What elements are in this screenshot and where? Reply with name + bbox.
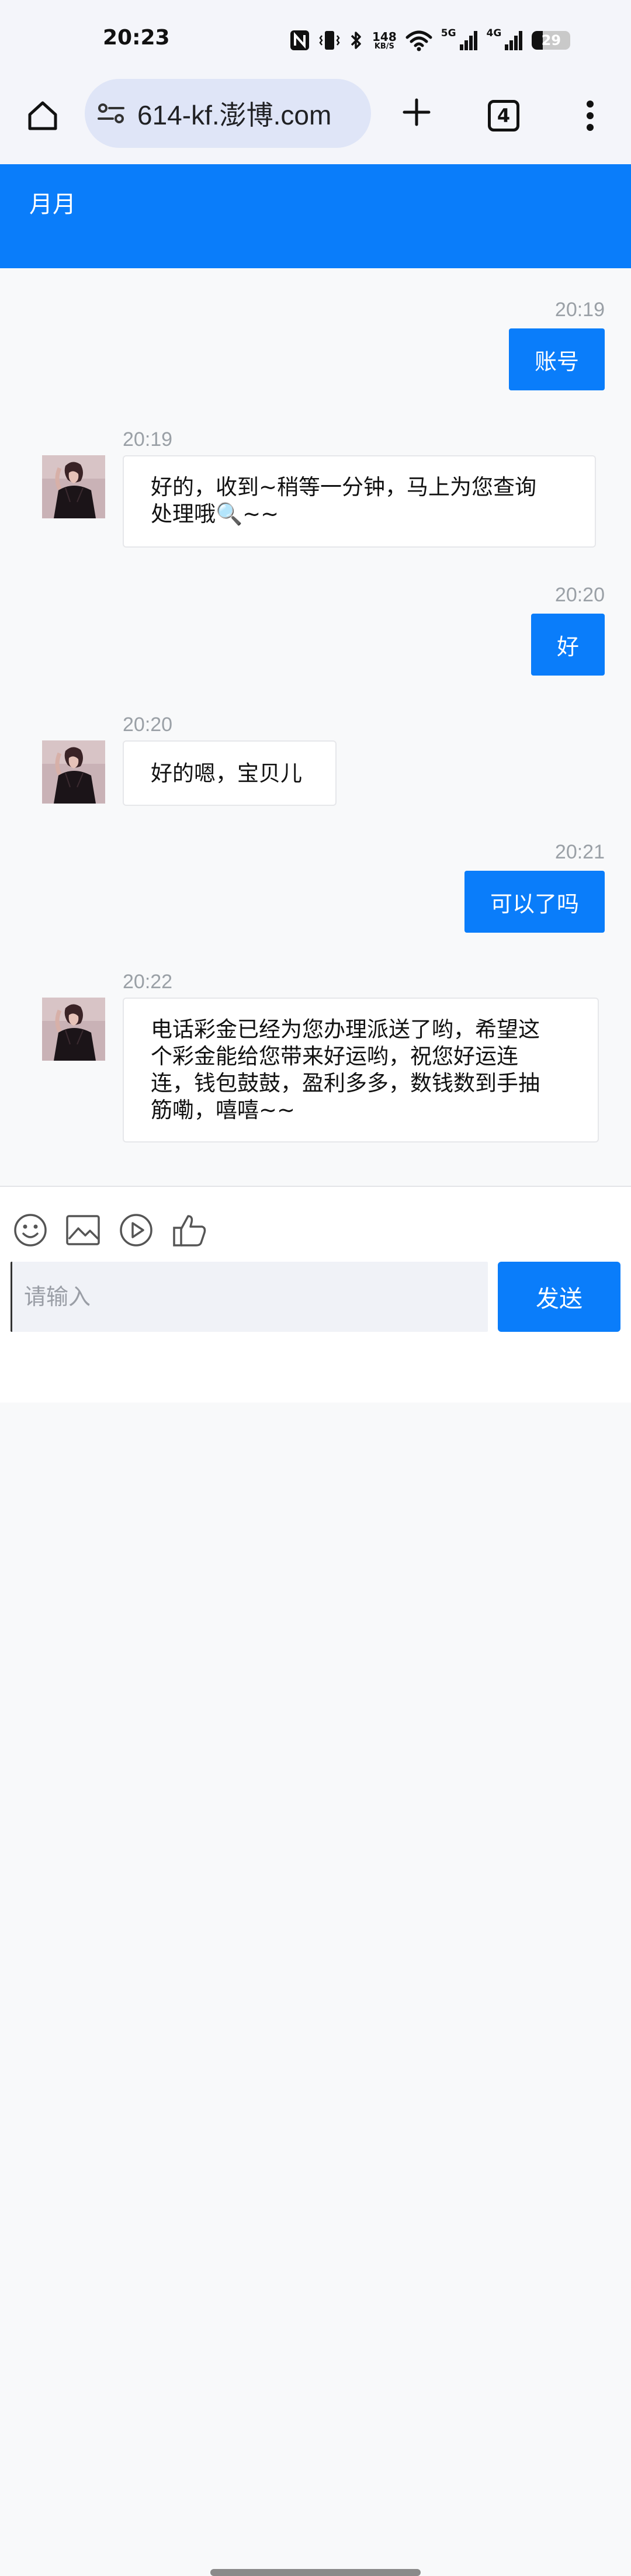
message-line: 好的，收到~稍等一分钟，马上为您查询 — [151, 475, 537, 500]
send-button[interactable]: 发送 — [498, 1262, 620, 1332]
status-time: 20:23 — [103, 26, 170, 50]
home-icon — [28, 101, 57, 130]
incoming-message[interactable]: 电话彩金已经为您办理派送了哟，希望这 个彩金能给您带来好运哟，祝您好运连 连，钱… — [123, 998, 599, 1142]
message-line: 筋嘞，嘻嘻~~ — [151, 1097, 296, 1123]
status-icons: 148 KB/S 5G 4G 29 — [289, 27, 571, 54]
new-tab-button[interactable] — [397, 93, 436, 131]
bluetooth-icon — [349, 29, 364, 52]
message-input[interactable] — [11, 1262, 488, 1332]
battery-percent: 29 — [541, 32, 561, 49]
thumbs-up-icon[interactable] — [172, 1213, 207, 1248]
agent-name: 月月 — [29, 191, 76, 218]
message-time: 20:19 — [123, 428, 173, 451]
wifi-icon — [405, 29, 433, 51]
net-speed-value: 148 — [372, 29, 397, 44]
outgoing-message[interactable]: 可以了吗 — [464, 871, 605, 933]
chat-header: 月月 — [0, 164, 631, 268]
sim1-label: 5G — [441, 27, 456, 39]
address-bar[interactable]: 614-kf.澎博.com — [85, 79, 371, 148]
message-line: 好的嗯，宝贝儿 — [151, 761, 302, 786]
sim2-label: 4G — [486, 27, 502, 39]
message-line: 处理哦🔍~~ — [151, 501, 279, 527]
message-time: 20:20 — [554, 584, 605, 606]
battery-icon: 29 — [532, 31, 571, 50]
vibrate-icon — [318, 29, 341, 52]
message-line: 个彩金能给您带来好运哟，祝您好运连 — [151, 1044, 518, 1069]
agent-avatar[interactable] — [42, 455, 105, 518]
agent-avatar[interactable] — [42, 740, 105, 804]
browser-toolbar: 614-kf.澎博.com 4 — [0, 79, 631, 164]
overflow-menu-icon — [587, 101, 594, 131]
agent-avatar[interactable] — [42, 998, 105, 1061]
site-settings-icon[interactable] — [98, 102, 124, 125]
signal-icon-2 — [504, 29, 523, 51]
overflow-menu-button[interactable] — [578, 96, 602, 135]
incoming-message[interactable]: 好的，收到~稍等一分钟，马上为您查询 处理哦🔍~~ — [123, 455, 596, 548]
tab-switcher-button[interactable]: 4 — [488, 100, 519, 131]
home-indicator[interactable] — [210, 2569, 421, 2576]
image-icon[interactable] — [65, 1213, 100, 1248]
incoming-message[interactable]: 好的嗯，宝贝儿 — [123, 740, 337, 806]
message-time: 20:19 — [554, 299, 605, 321]
message-list[interactable]: 20:19 账号 20:19 好的，收到~稍等一分钟，马上为您查询 处理哦🔍~~… — [0, 268, 631, 1186]
message-line: 连，钱包鼓鼓，盈利多多，数钱数到手抽 — [151, 1071, 540, 1096]
new-tab-icon — [403, 98, 431, 126]
emoji-icon[interactable] — [13, 1213, 48, 1248]
status-bar: 20:23 148 KB/S 5G 4G 29 — [0, 0, 631, 79]
signal-icon — [459, 29, 479, 51]
composer: 发送 — [0, 1186, 631, 2576]
video-icon[interactable] — [119, 1213, 154, 1248]
message-line: 电话彩金已经为您办理派送了哟，希望这 — [151, 1017, 540, 1042]
outgoing-message[interactable]: 账号 — [508, 328, 605, 390]
home-button[interactable] — [23, 96, 62, 135]
message-time: 20:21 — [554, 841, 605, 863]
url-text: 614-kf.澎博.com — [137, 100, 332, 130]
outgoing-message[interactable]: 好 — [531, 614, 605, 676]
net-speed: 148 KB/S — [372, 31, 397, 50]
message-time: 20:20 — [123, 714, 173, 736]
nfc-icon — [289, 29, 310, 51]
net-speed-unit: KB/S — [374, 41, 394, 51]
message-time: 20:22 — [123, 971, 173, 993]
